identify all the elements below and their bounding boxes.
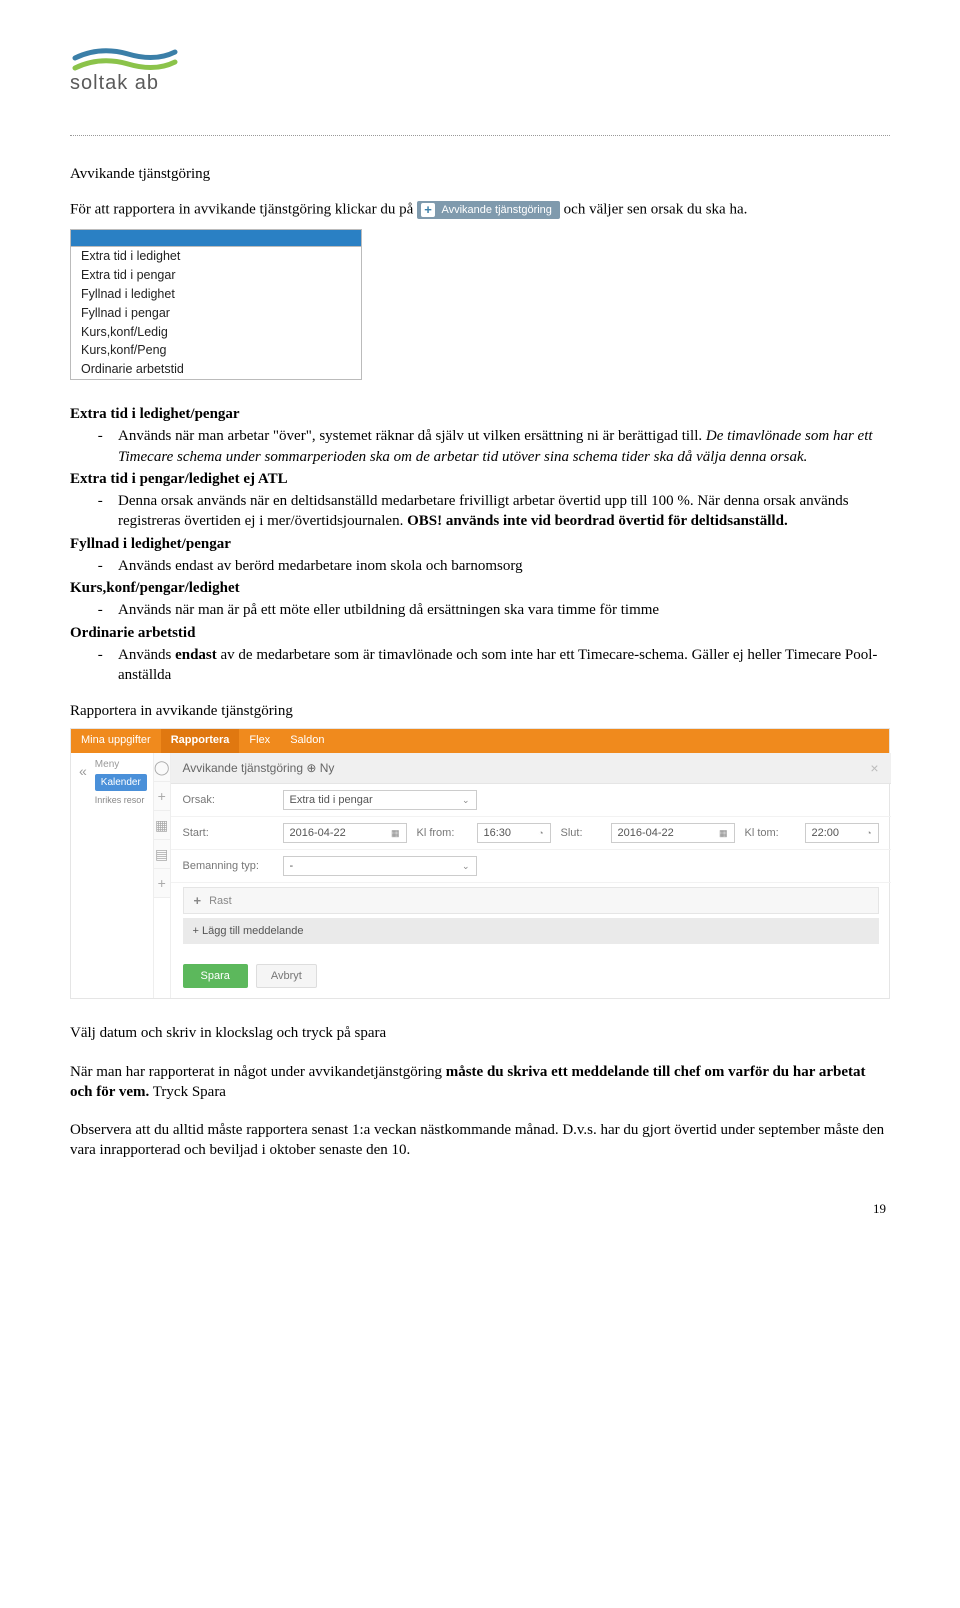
- inrikes-link[interactable]: Inrikes resor: [95, 795, 147, 805]
- klfrom-value: 16:30: [484, 827, 512, 839]
- tab-saldon[interactable]: Saldon: [280, 729, 334, 753]
- plus2-icon[interactable]: +: [154, 869, 170, 898]
- tab-mina-uppgifter[interactable]: Mina uppgifter: [71, 729, 161, 753]
- tab-flex[interactable]: Flex: [239, 729, 280, 753]
- klfrom-input[interactable]: 16:30 ◔: [477, 823, 551, 843]
- paragraph-1: Välj datum och skriv in klockslag och tr…: [70, 1023, 890, 1043]
- dropdown-header-bar: [71, 230, 361, 247]
- avbryt-button[interactable]: Avbryt: [256, 964, 317, 988]
- tab-rapportera[interactable]: Rapportera: [161, 729, 240, 753]
- calendar-icon: ▦: [719, 828, 728, 839]
- clock-icon: ◔: [538, 828, 543, 838]
- list-item: Används när man är på ett möte eller utb…: [114, 600, 890, 620]
- orsak-value: Extra tid i pengar: [290, 794, 373, 806]
- bemanning-value: -: [290, 860, 294, 872]
- company-logo: soltak ab: [70, 40, 890, 95]
- dropdown-option[interactable]: Extra tid i ledighet: [71, 247, 361, 266]
- kltom-value: 22:00: [812, 827, 840, 839]
- dropdown-option[interactable]: Fyllnad i ledighet: [71, 285, 361, 304]
- dropdown-option[interactable]: Extra tid i pengar: [71, 266, 361, 285]
- slut-label: Slut:: [561, 827, 601, 839]
- start-value: 2016-04-22: [290, 827, 346, 839]
- form-screenshot: Mina uppgifter Rapportera Flex Saldon « …: [70, 728, 890, 999]
- rapportera-heading: Rapportera in avvikande tjänstgöring: [70, 703, 890, 720]
- intro-prefix: För att rapportera in avvikande tjänstgö…: [70, 201, 417, 217]
- left-sidebar: « Meny Kalender Inrikes resor: [71, 753, 154, 998]
- start-date-input[interactable]: 2016-04-22 ▦: [283, 823, 407, 843]
- start-label: Start:: [183, 827, 273, 839]
- main-form: Avvikande tjänstgöring ⊕ Ny × Orsak: Ext…: [171, 753, 891, 998]
- list-item: Denna orsak används när en deltidsanstäl…: [114, 491, 890, 532]
- logo-text: soltak ab: [70, 72, 890, 95]
- icon-column: ◯ + ▦ ▤ +: [154, 753, 171, 998]
- clock-icon[interactable]: ◯: [154, 753, 170, 782]
- heading-ordinarie: Ordinarie arbetstid: [70, 623, 890, 643]
- list-item: Används endast av berörd medarbetare ino…: [114, 556, 890, 576]
- clock-icon: ◔: [866, 828, 871, 838]
- klfrom-label: Kl from:: [417, 827, 467, 839]
- add-icon[interactable]: +: [154, 782, 170, 811]
- orsak-label: Orsak:: [183, 794, 273, 806]
- para2-pre: När man har rapporterat in något under a…: [70, 1064, 446, 1080]
- heading-kurs: Kurs,konf/pengar/ledighet: [70, 578, 890, 598]
- heading-fyllnad: Fyllnad i ledighet/pengar: [70, 534, 890, 554]
- file-icon[interactable]: ▤: [154, 840, 170, 869]
- heading-pengar-ej-atl: Extra tid i pengar/ledighet ej ATL: [70, 469, 890, 489]
- heading-extra-tid: Extra tid i ledighet/pengar: [70, 404, 890, 424]
- plus-icon: +: [421, 203, 435, 217]
- rast-label: Rast: [209, 895, 232, 907]
- intro-suffix: och väljer sen orsak du ska ha.: [564, 201, 748, 217]
- collapse-icon[interactable]: «: [77, 759, 89, 992]
- dropdown-option[interactable]: Kurs,konf/Peng: [71, 341, 361, 360]
- badge-label: Avvikande tjänstgöring: [441, 204, 551, 216]
- rast-row[interactable]: + Rast: [183, 887, 879, 914]
- divider: [70, 135, 890, 136]
- list-item: Används endast av de medarbetare som är …: [114, 645, 890, 686]
- paragraph-3: Observera att du alltid måste rapportera…: [70, 1120, 890, 1161]
- content-body: Extra tid i ledighet/pengar Används när …: [70, 404, 890, 685]
- form-header: Avvikande tjänstgöring ⊕ Ny ×: [171, 753, 891, 784]
- slut-value: 2016-04-22: [618, 827, 674, 839]
- left-menu-label: Meny: [95, 759, 147, 770]
- plus-icon: +: [194, 893, 202, 908]
- intro-text: För att rapportera in avvikande tjänstgö…: [70, 201, 890, 219]
- form-header-text: Avvikande tjänstgöring ⊕ Ny: [183, 761, 335, 775]
- bullet-text: Används när man arbetar "över", systemet…: [118, 428, 706, 444]
- dropdown-option[interactable]: Ordinarie arbetstid: [71, 360, 361, 379]
- para2-post: Tryck Spara: [149, 1084, 226, 1100]
- chevron-down-icon: ⌄: [462, 795, 470, 806]
- slut-date-input[interactable]: 2016-04-22 ▦: [611, 823, 735, 843]
- bullet-obs: OBS! används inte vid beordrad övertid f…: [407, 513, 788, 529]
- kltom-input[interactable]: 22:00 ◔: [805, 823, 879, 843]
- lagg-meddelande-row[interactable]: + Lägg till meddelande: [183, 918, 879, 944]
- bemanning-label: Bemanning typ:: [183, 860, 273, 872]
- page-title: Avvikande tjänstgöring: [70, 166, 890, 183]
- tab-bar: Mina uppgifter Rapportera Flex Saldon: [71, 729, 889, 753]
- dropdown-option[interactable]: Kurs,konf/Ledig: [71, 323, 361, 342]
- paragraph-2: När man har rapporterat in något under a…: [70, 1062, 890, 1103]
- page-number: 19: [70, 1201, 890, 1217]
- list-item: Används när man arbetar "över", systemet…: [114, 426, 890, 467]
- bemanning-select[interactable]: - ⌄: [283, 856, 477, 876]
- kltom-label: Kl tom:: [745, 827, 795, 839]
- bullet-bold: endast: [175, 647, 217, 663]
- orsak-dropdown-panel[interactable]: Extra tid i ledighet Extra tid i pengar …: [70, 229, 362, 380]
- spara-button[interactable]: Spara: [183, 964, 248, 988]
- avvikande-badge[interactable]: + Avvikande tjänstgöring: [417, 201, 560, 219]
- close-icon[interactable]: ×: [870, 760, 878, 776]
- kalender-button[interactable]: Kalender: [95, 774, 147, 791]
- doc-icon[interactable]: ▦: [154, 811, 170, 840]
- dropdown-option[interactable]: Fyllnad i pengar: [71, 304, 361, 323]
- orsak-select[interactable]: Extra tid i pengar ⌄: [283, 790, 477, 810]
- bullet-post: av de medarbetare som är timavlönade och…: [118, 647, 877, 683]
- chevron-down-icon: ⌄: [462, 861, 470, 872]
- bullet-pre: Används: [118, 647, 175, 663]
- calendar-icon: ▦: [391, 828, 400, 839]
